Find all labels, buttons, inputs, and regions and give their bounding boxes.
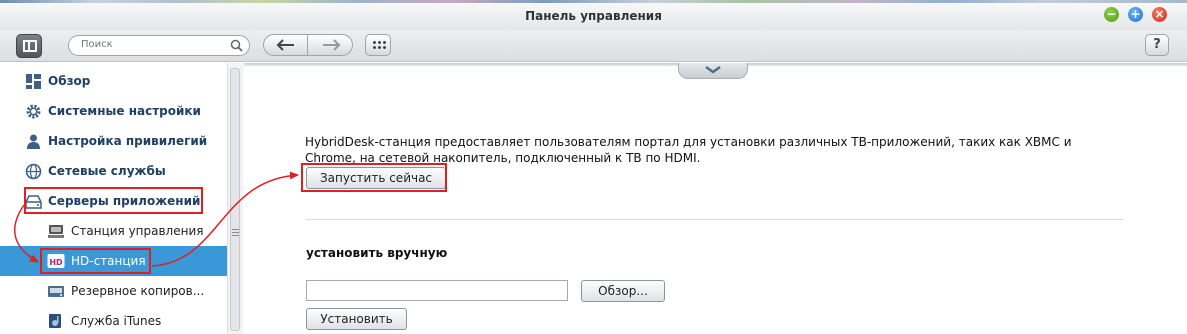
sidebar-item-system-settings[interactable]: Системные настройки [0,96,227,126]
gear-icon [26,104,41,119]
sidebar-item-privileges[interactable]: Настройка привилегий [0,126,227,156]
browse-button[interactable]: Обзор... [581,280,665,302]
main-panel: HybridDesk-станция предоставляет пользов… [244,63,1187,334]
title-bar-decoration [0,0,1187,3]
manual-install-heading: установить вручную [306,246,448,260]
chevron-down-icon [705,65,721,74]
globe-icon [25,163,42,180]
forward-button[interactable] [309,35,352,55]
sidebar-item-label: Системные настройки [48,104,201,118]
arrow-right-icon [323,39,341,51]
window-title: Панель управления [525,9,662,23]
sidebar-item-overview[interactable]: Обзор [0,66,227,96]
sidebar-item-label: Станция управления [71,224,204,238]
layout-icon [23,40,37,52]
back-button[interactable] [264,35,308,55]
description-line: HybridDesk-станция предоставляет пользов… [305,135,1072,149]
help-button[interactable]: ? [1145,34,1169,56]
sidebar-item-label: Настройка привилегий [48,134,208,148]
search-box[interactable] [68,35,250,56]
sidebar-item-network-services[interactable]: Сетевые службы [0,156,227,186]
title-bar: Панель управления − + × [0,0,1187,30]
scrollbar-thumb[interactable] [230,68,240,331]
scroll-grip-icon [232,229,239,237]
collapse-toggle[interactable] [678,63,748,79]
annotation-box-app-servers [24,187,203,214]
arrow-left-icon [276,39,294,51]
user-icon [27,134,40,149]
search-icon [230,39,243,52]
sidebar-subitem-backup[interactable]: Резервное копиров... [0,276,227,306]
file-path-field[interactable] [306,280,568,301]
view-toggle-button[interactable] [16,34,42,58]
sidebar-item-label: Сетевые службы [48,164,166,178]
maximize-button[interactable]: + [1128,7,1143,22]
sidebar-item-label: Обзор [48,74,91,88]
sidebar-subitem-management-station[interactable]: Станция управления [0,216,227,246]
divider [306,219,1124,220]
station-icon [48,225,64,238]
sidebar-item-label: Служба iTunes [71,314,162,328]
apps-grid-button[interactable] [365,34,391,56]
annotation-box-hd-station [40,248,151,274]
install-button[interactable]: Установить [306,308,407,330]
overview-icon [26,74,41,89]
description-text: HybridDesk-станция предоставляет пользов… [305,134,1105,166]
navigation-group [263,34,353,56]
close-button[interactable]: × [1152,7,1167,22]
annotation-box-launch-button [301,163,447,192]
itunes-icon [49,314,61,328]
search-input[interactable] [81,39,231,50]
minimize-button[interactable]: − [1104,7,1119,22]
backup-icon [48,286,64,297]
sidebar-subitem-itunes[interactable]: Служба iTunes [0,306,227,334]
sidebar-item-label: Резервное копиров... [71,284,205,298]
sidebar-scrollbar[interactable] [227,63,243,334]
grid-icon [372,40,386,50]
